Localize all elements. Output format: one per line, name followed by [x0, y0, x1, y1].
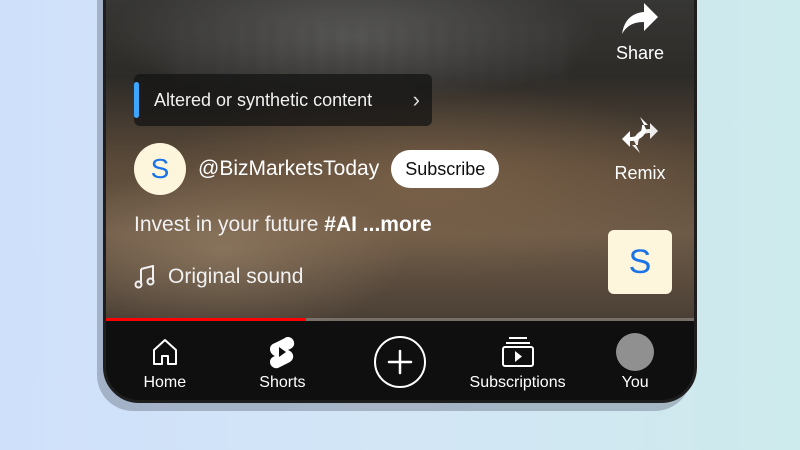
channel-row: S @BizMarketsToday Subscribe	[134, 143, 500, 195]
home-icon	[152, 338, 177, 365]
nav-you[interactable]: You	[580, 332, 690, 392]
chevron-right-icon: ›	[412, 87, 420, 112]
hashtag-link[interactable]: #AI	[324, 213, 357, 236]
video-description[interactable]: Invest in your future #AI ...more	[134, 213, 432, 237]
altered-content-notice[interactable]: Altered or synthetic content ›	[134, 74, 432, 126]
nav-create[interactable]	[345, 335, 455, 392]
nav-subscriptions-label: Subscriptions	[469, 373, 566, 391]
channel-avatar-letter: S	[150, 153, 170, 184]
nav-shorts[interactable]: Shorts	[227, 336, 337, 392]
share-label: Share	[615, 43, 665, 63]
nav-home-label: Home	[143, 373, 187, 391]
channel-avatar[interactable]: S	[134, 143, 186, 195]
user-avatar	[616, 332, 655, 371]
share-button[interactable]: Share	[600, 1, 680, 64]
nav-subscriptions[interactable]: Subscriptions	[463, 336, 573, 392]
sound-label: Original sound	[168, 265, 304, 288]
description-text: Invest in your future	[134, 213, 325, 236]
subscribe-button[interactable]: Subscribe	[391, 150, 500, 188]
shorts-icon	[270, 336, 295, 368]
notice-accent-bar	[134, 82, 139, 118]
altered-content-label: Altered or synthetic content	[154, 89, 373, 110]
bottom-navigation: Home Shorts Subscriptions You	[106, 321, 694, 400]
remix-icon	[622, 117, 658, 153]
plus-icon	[387, 349, 413, 374]
channel-handle[interactable]: @BizMarketsToday	[198, 157, 379, 181]
more-link[interactable]: ...more	[357, 213, 432, 236]
nav-shorts-label: Shorts	[259, 373, 306, 391]
sound-row[interactable]: Original sound	[134, 265, 303, 289]
create-button[interactable]	[373, 335, 426, 388]
phone-frame: Altered or synthetic content › S @BizMar…	[103, 0, 697, 403]
sound-thumbnail-letter: S	[628, 242, 652, 281]
nav-you-label: You	[621, 373, 649, 391]
remix-button[interactable]: Remix	[600, 113, 680, 184]
remix-label: Remix	[614, 163, 666, 183]
subscriptions-icon	[501, 336, 534, 367]
share-icon	[622, 3, 658, 34]
music-note-icon	[134, 265, 155, 289]
sound-thumbnail[interactable]: S	[608, 230, 672, 294]
nav-home[interactable]: Home	[110, 336, 220, 392]
